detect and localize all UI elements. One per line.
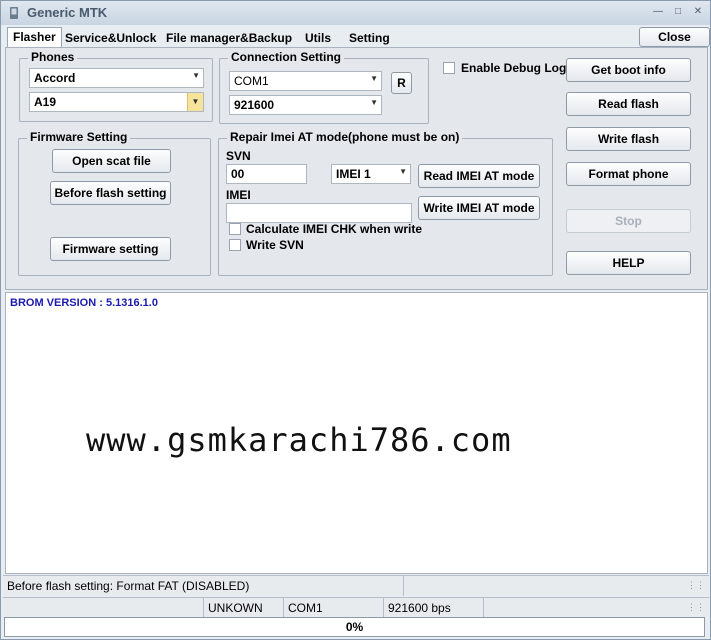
phones-group: Phones Accord ▼ A19 ▼: [19, 50, 213, 122]
phone-model-select[interactable]: A19 ▼: [29, 92, 204, 112]
stop-button[interactable]: Stop: [566, 209, 691, 233]
before-flash-setting-button[interactable]: Before flash setting: [50, 181, 171, 205]
app-window: Generic MTK — □ ✕ Flasher Service&Unlock…: [0, 0, 711, 640]
calc-imei-chk-label: Calculate IMEI CHK when write: [246, 222, 423, 236]
connection-group-title: Connection Setting: [228, 50, 344, 64]
read-flash-button[interactable]: Read flash: [566, 92, 691, 116]
svn-label: SVN: [226, 149, 251, 163]
progress-text: 0%: [345, 620, 364, 634]
connection-group: Connection Setting COM1 ▼ 921600 ▼ R: [219, 50, 429, 124]
status-device: UNKOWN: [203, 598, 283, 618]
repair-imei-group-title: Repair Imei AT mode(phone must be on): [227, 130, 463, 144]
imei-input[interactable]: [226, 203, 412, 223]
phones-group-title: Phones: [28, 50, 78, 64]
chevron-down-icon: ▼: [192, 71, 200, 80]
status-port: COM1: [283, 598, 383, 618]
chevron-down-icon: ▼: [187, 93, 203, 111]
calc-imei-chk-checkbox[interactable]: [229, 223, 241, 235]
maximize-icon[interactable]: □: [669, 5, 687, 19]
tab-strip: Flasher Service&Unlock File manager&Back…: [1, 27, 710, 47]
window-title: Generic MTK: [27, 5, 108, 20]
phone-model-value: A19: [34, 95, 57, 109]
tab-service-unlock[interactable]: Service&Unlock: [60, 29, 161, 47]
debug-log-label: Enable Debug Log: [461, 61, 567, 75]
read-imei-button[interactable]: Read IMEI AT mode: [418, 164, 540, 188]
baud-select[interactable]: 921600 ▼: [229, 95, 382, 115]
watermark-text: www.gsmkarachi786.com: [86, 421, 512, 459]
close-button[interactable]: Close: [639, 27, 710, 47]
get-boot-info-button[interactable]: Get boot info: [566, 58, 691, 82]
flasher-panel: Phones Accord ▼ A19 ▼ Connection Setting…: [5, 47, 708, 290]
format-phone-button[interactable]: Format phone: [566, 162, 691, 186]
tab-utils[interactable]: Utils: [300, 29, 336, 47]
port-value: COM1: [234, 74, 269, 88]
imei-slot-select[interactable]: IMEI 1 ▼: [331, 164, 411, 184]
status-message: Before flash setting: Format FAT (DISABL…: [7, 579, 250, 593]
log-output[interactable]: BROM VERSION : 5.1316.1.0 www.gsmkarachi…: [5, 292, 708, 574]
firmware-group-title: Firmware Setting: [27, 130, 131, 144]
status-bar-connection: UNKOWN COM1 921600 bps ⋮⋮: [3, 597, 709, 618]
status-empty-cell: [483, 598, 693, 618]
phone-brand-value: Accord: [34, 71, 76, 85]
write-svn-checkbox[interactable]: [229, 239, 241, 251]
resize-grip-icon: ⋮⋮: [687, 602, 705, 612]
svn-input[interactable]: 00: [226, 164, 307, 184]
chevron-down-icon: ▼: [370, 98, 378, 107]
status-speed: 921600 bps: [383, 598, 483, 618]
imei-label: IMEI: [226, 188, 251, 202]
tab-setting[interactable]: Setting: [344, 29, 395, 47]
phone-brand-select[interactable]: Accord ▼: [29, 68, 204, 88]
status-empty-cell: [403, 576, 693, 596]
log-line-brom-version: BROM VERSION : 5.1316.1.0: [10, 297, 158, 309]
port-select[interactable]: COM1 ▼: [229, 71, 382, 91]
status-bar-message: Before flash setting: Format FAT (DISABL…: [3, 575, 709, 596]
tab-file-manager-backup[interactable]: File manager&Backup: [161, 29, 297, 47]
status-blank: [3, 598, 203, 618]
minimize-icon[interactable]: —: [649, 5, 667, 19]
app-icon: [10, 7, 18, 19]
open-scat-file-button[interactable]: Open scat file: [52, 149, 171, 173]
debug-log-checkbox[interactable]: [443, 62, 455, 74]
refresh-ports-button[interactable]: R: [391, 72, 412, 94]
progress-bar: 0%: [4, 617, 705, 637]
repair-imei-group: Repair Imei AT mode(phone must be on) SV…: [218, 130, 553, 276]
help-button[interactable]: HELP: [566, 251, 691, 275]
write-imei-button[interactable]: Write IMEI AT mode: [418, 196, 540, 220]
chevron-down-icon: ▼: [370, 74, 378, 83]
resize-grip-icon: ⋮⋮: [687, 580, 705, 590]
tab-flasher[interactable]: Flasher: [7, 27, 62, 47]
baud-value: 921600: [234, 98, 275, 112]
firmware-group: Firmware Setting Open scat file Before f…: [18, 130, 211, 276]
title-bar: Generic MTK — □ ✕: [1, 1, 710, 25]
write-flash-button[interactable]: Write flash: [566, 127, 691, 151]
close-window-icon[interactable]: ✕: [689, 5, 707, 19]
chevron-down-icon: ▼: [399, 167, 407, 176]
imei-slot-value: IMEI 1: [336, 167, 371, 181]
firmware-setting-button[interactable]: Firmware setting: [50, 237, 171, 261]
write-svn-label: Write SVN: [246, 238, 304, 252]
